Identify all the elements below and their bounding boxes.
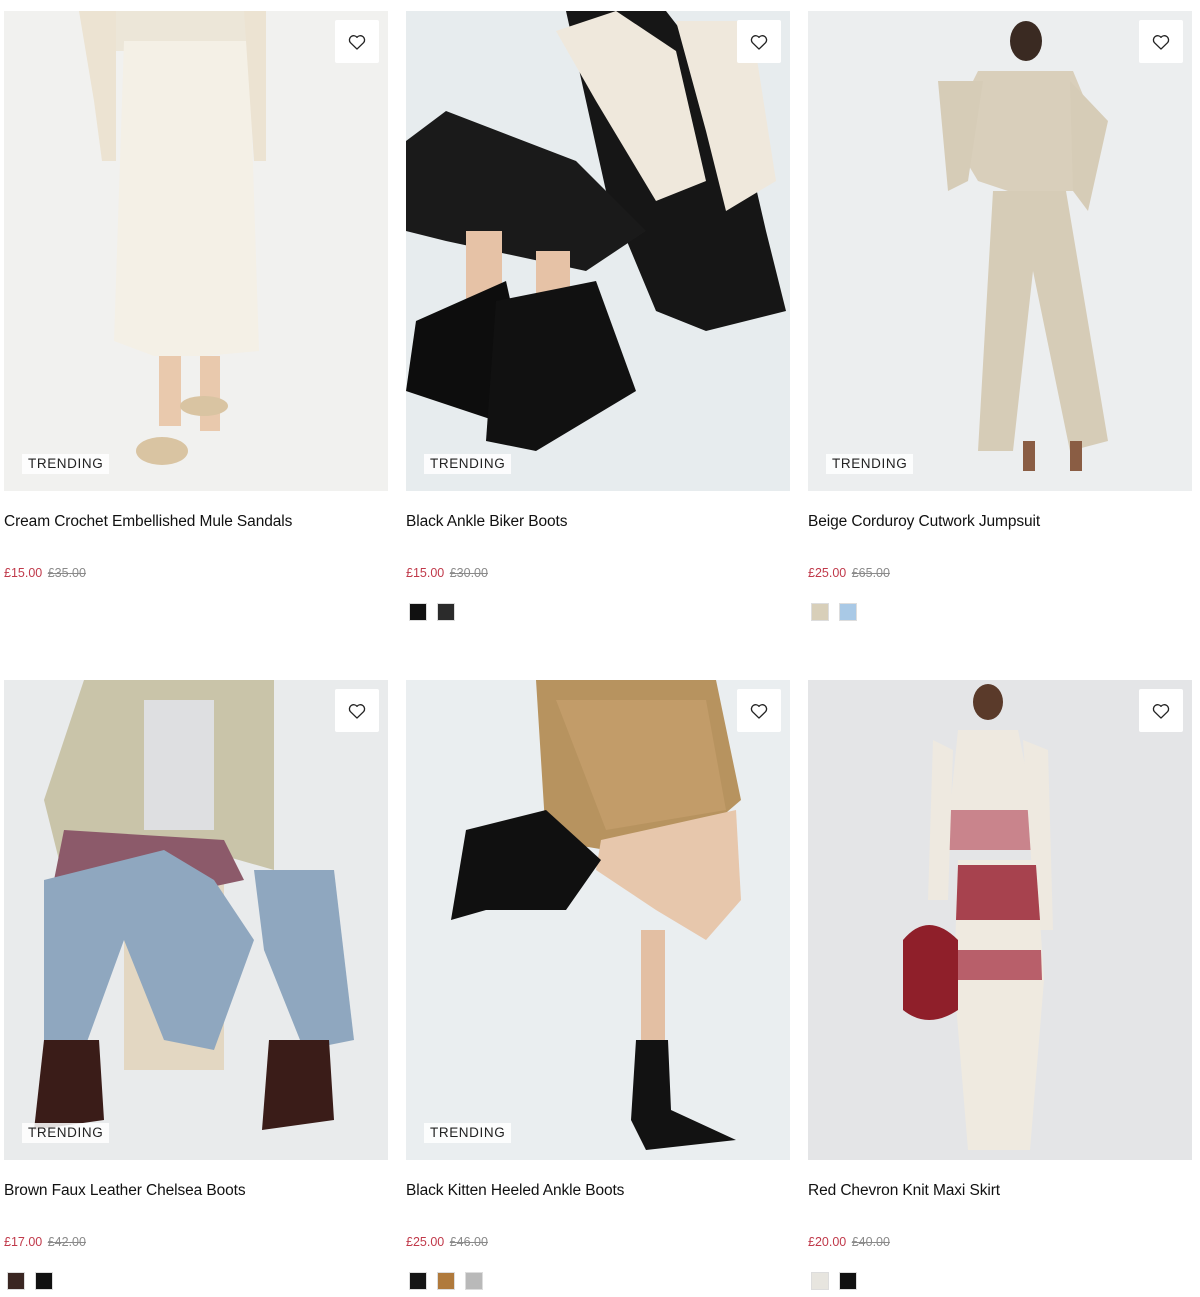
original-price: £46.00 (449, 1235, 488, 1249)
colour-swatch[interactable] (35, 1272, 53, 1290)
heart-icon (1152, 34, 1170, 50)
original-price: £65.00 (851, 566, 890, 580)
product-price: £25.00 £65.00 (808, 564, 1192, 582)
product-grid: TRENDING Cream Crochet Embellished Mule … (0, 0, 1200, 1297)
colour-swatch[interactable] (839, 1272, 857, 1290)
product-card[interactable]: TRENDING Brown Faux Leather Chelsea Boot… (4, 680, 388, 1290)
sale-price: £15.00 (406, 566, 445, 580)
colour-swatches (406, 1272, 790, 1290)
product-photo (4, 11, 388, 491)
product-name[interactable]: Red Chevron Knit Maxi Skirt (808, 1180, 1192, 1202)
product-image[interactable] (808, 680, 1192, 1160)
product-name[interactable]: Black Kitten Heeled Ankle Boots (406, 1180, 790, 1202)
original-price: £42.00 (47, 1235, 86, 1249)
colour-swatch[interactable] (811, 603, 829, 621)
heart-icon (750, 703, 768, 719)
product-image[interactable]: TRENDING (4, 680, 388, 1160)
colour-swatches (4, 1272, 388, 1290)
sale-price: £15.00 (4, 566, 43, 580)
product-image[interactable]: TRENDING (406, 680, 790, 1160)
heart-icon (1152, 703, 1170, 719)
wishlist-button[interactable] (335, 20, 379, 63)
product-image[interactable]: TRENDING (406, 11, 790, 491)
product-name[interactable]: Brown Faux Leather Chelsea Boots (4, 1180, 388, 1202)
colour-swatches (808, 603, 1192, 621)
colour-swatch[interactable] (839, 603, 857, 621)
product-image[interactable]: TRENDING (4, 11, 388, 491)
colour-swatch[interactable] (811, 1272, 829, 1290)
colour-swatch[interactable] (409, 1272, 427, 1290)
product-card[interactable]: TRENDING Black Kitten Heeled Ankle Boots… (406, 680, 790, 1290)
colour-swatch[interactable] (7, 1272, 25, 1290)
heart-icon (348, 34, 366, 50)
wishlist-button[interactable] (1139, 689, 1183, 732)
colour-swatch[interactable] (409, 603, 427, 621)
product-photo (808, 680, 1192, 1160)
product-photo (406, 680, 790, 1160)
product-photo (406, 11, 790, 491)
product-price: £17.00 £42.00 (4, 1233, 388, 1251)
trending-badge: TRENDING (424, 454, 512, 474)
product-price: £20.00 £40.00 (808, 1233, 1192, 1251)
product-name[interactable]: Beige Corduroy Cutwork Jumpsuit (808, 511, 1192, 533)
original-price: £35.00 (47, 566, 86, 580)
product-photo (808, 11, 1192, 491)
colour-swatch[interactable] (437, 1272, 455, 1290)
product-price: £25.00 £46.00 (406, 1233, 790, 1251)
product-card[interactable]: TRENDING Black Ankle Biker Boots £15.00 … (406, 11, 790, 621)
sale-price: £25.00 (406, 1235, 445, 1249)
product-price: £15.00 £30.00 (406, 564, 790, 582)
product-photo (4, 680, 388, 1160)
heart-icon (348, 703, 366, 719)
colour-swatch[interactable] (465, 1272, 483, 1290)
colour-swatches (808, 1272, 1192, 1290)
trending-badge: TRENDING (826, 454, 914, 474)
wishlist-button[interactable] (1139, 20, 1183, 63)
wishlist-button[interactable] (737, 689, 781, 732)
colour-swatch[interactable] (437, 603, 455, 621)
trending-badge: TRENDING (22, 1123, 110, 1143)
heart-icon (750, 34, 768, 50)
wishlist-button[interactable] (737, 20, 781, 63)
product-image[interactable]: TRENDING (808, 11, 1192, 491)
wishlist-button[interactable] (335, 689, 379, 732)
trending-badge: TRENDING (22, 454, 110, 474)
product-name[interactable]: Black Ankle Biker Boots (406, 511, 790, 533)
product-name[interactable]: Cream Crochet Embellished Mule Sandals (4, 511, 388, 533)
product-price: £15.00 £35.00 (4, 564, 388, 582)
sale-price: £20.00 (808, 1235, 847, 1249)
product-card[interactable]: TRENDING Beige Corduroy Cutwork Jumpsuit… (808, 11, 1192, 621)
trending-badge: TRENDING (424, 1123, 512, 1143)
product-card[interactable]: Red Chevron Knit Maxi Skirt £20.00 £40.0… (808, 680, 1192, 1290)
product-card[interactable]: TRENDING Cream Crochet Embellished Mule … (4, 11, 388, 582)
original-price: £30.00 (449, 566, 488, 580)
original-price: £40.00 (851, 1235, 890, 1249)
sale-price: £17.00 (4, 1235, 43, 1249)
sale-price: £25.00 (808, 566, 847, 580)
colour-swatches (406, 603, 790, 621)
